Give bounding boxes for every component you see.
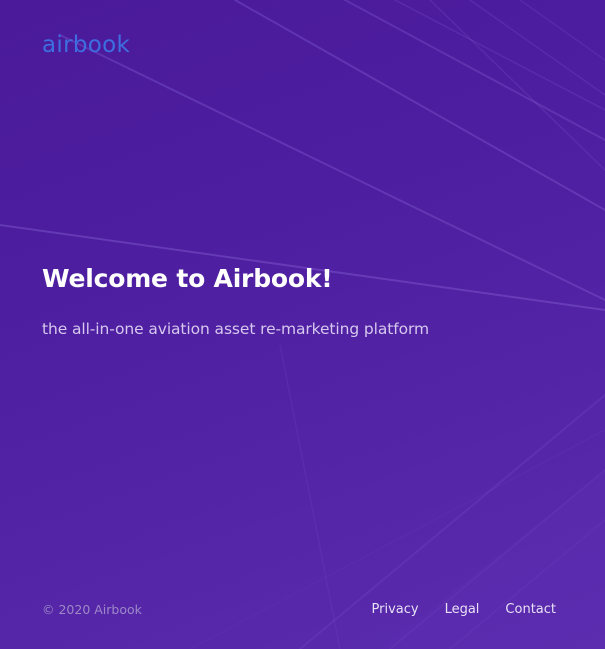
landing-page: airbook Welcome to Airbook! the all-in-o… — [0, 0, 605, 649]
hero-subtitle: the all-in-one aviation asset re-marketi… — [42, 320, 429, 338]
footer: © 2020 Airbook Privacy Legal Contact — [42, 599, 556, 619]
contact-link[interactable]: Contact — [505, 602, 556, 617]
footer-links: Privacy Legal Contact — [372, 602, 557, 617]
legal-link[interactable]: Legal — [445, 602, 480, 617]
hero-title: Welcome to Airbook! — [42, 264, 333, 293]
airbook-logo[interactable]: airbook — [42, 32, 130, 58]
copyright-text: © 2020 Airbook — [42, 601, 142, 617]
hero-section: Welcome to Airbook! the all-in-one aviat… — [42, 264, 582, 338]
privacy-link[interactable]: Privacy — [372, 602, 419, 617]
